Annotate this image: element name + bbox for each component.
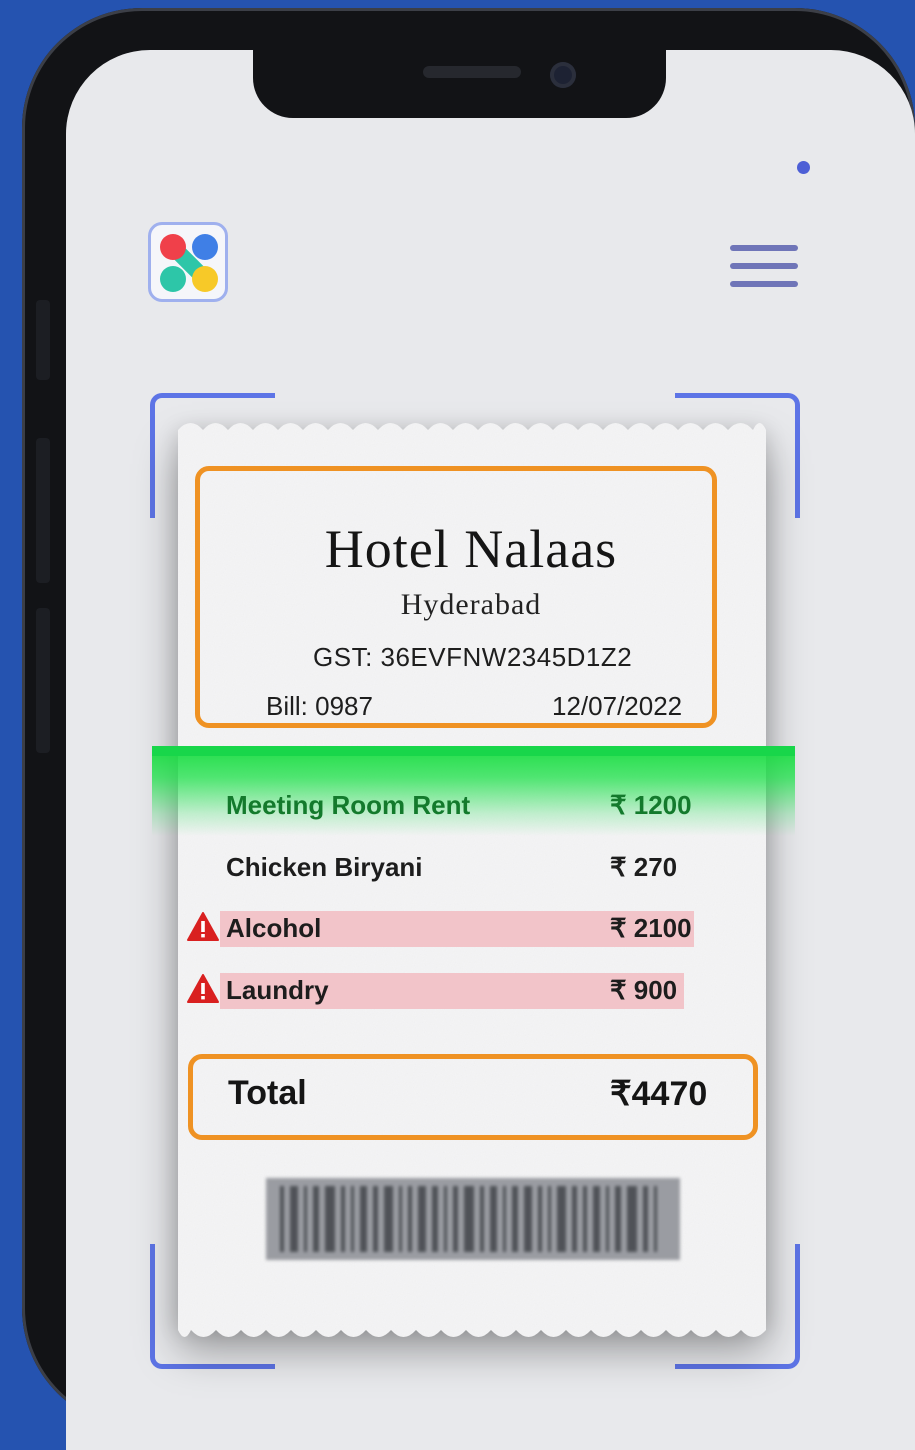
barcode-bar — [418, 1186, 426, 1252]
barcode-bar — [453, 1186, 458, 1252]
line-item-price: ₹ 900 — [610, 975, 678, 1005]
hotel-name: Hotel Nalaas — [324, 519, 618, 579]
barcode-bar — [384, 1186, 393, 1252]
line-item-name: Alcohol — [226, 913, 322, 943]
line-item-name: Chicken Biryani — [226, 852, 423, 882]
line-item-name: Meeting Room Rent — [226, 790, 471, 820]
barcode-bar — [464, 1186, 474, 1252]
barcode-bar — [304, 1186, 307, 1252]
barcode-bar — [373, 1186, 378, 1252]
barcode-bar — [280, 1186, 284, 1252]
barcode-bar — [360, 1186, 367, 1252]
barcode-bar — [627, 1186, 637, 1252]
scan-line — [152, 746, 795, 756]
barcode-bar — [290, 1186, 298, 1252]
barcode-bar — [606, 1186, 609, 1252]
total-value: ₹4470 — [610, 1075, 708, 1113]
barcode-bar — [512, 1186, 518, 1252]
warning-triangle-icon — [187, 912, 219, 941]
line-item: Chicken Biryani ₹ 270 — [186, 850, 706, 886]
line-item-flagged: Laundry ₹ 900 — [186, 973, 706, 1009]
barcode-bar — [548, 1186, 551, 1252]
bill-date: 12/07/2022 — [552, 691, 683, 721]
barcode-bar — [490, 1186, 497, 1252]
bill-number: Bill: 0987 — [266, 691, 373, 721]
line-item-name: Laundry — [226, 975, 329, 1005]
barcode-bar — [341, 1186, 345, 1252]
total-label: Total — [228, 1074, 307, 1112]
barcode-bar — [654, 1186, 657, 1252]
gst-number: GST: 36EVFNW2345D1Z2 — [313, 642, 633, 672]
barcode-bar — [313, 1186, 319, 1252]
barcode-bar — [408, 1186, 412, 1252]
barcode-bar — [557, 1186, 566, 1252]
barcode-bar — [593, 1186, 600, 1252]
barcode-bar — [572, 1186, 577, 1252]
barcode — [266, 1178, 680, 1260]
barcode-bar — [643, 1186, 648, 1252]
line-item-price: ₹ 270 — [610, 852, 678, 882]
barcode-bar — [399, 1186, 402, 1252]
barcode-bar — [480, 1186, 484, 1252]
warning-triangle-icon — [187, 974, 219, 1003]
barcode-bar — [503, 1186, 506, 1252]
barcode-bar — [538, 1186, 542, 1252]
line-item: Meeting Room Rent ₹ 1200 — [186, 788, 706, 824]
barcode-bar — [615, 1186, 621, 1252]
line-item-price: ₹ 2100 — [610, 913, 692, 943]
barcode-bar — [351, 1186, 354, 1252]
line-item-flagged: Alcohol ₹ 2100 — [186, 911, 706, 947]
barcode-bar — [524, 1186, 532, 1252]
hotel-city: Hyderabad — [400, 588, 542, 621]
line-item-price: ₹ 1200 — [610, 790, 692, 820]
barcode-bar — [583, 1186, 587, 1252]
barcode-bar — [432, 1186, 438, 1252]
barcode-bar — [325, 1186, 335, 1252]
barcode-bar — [444, 1186, 447, 1252]
